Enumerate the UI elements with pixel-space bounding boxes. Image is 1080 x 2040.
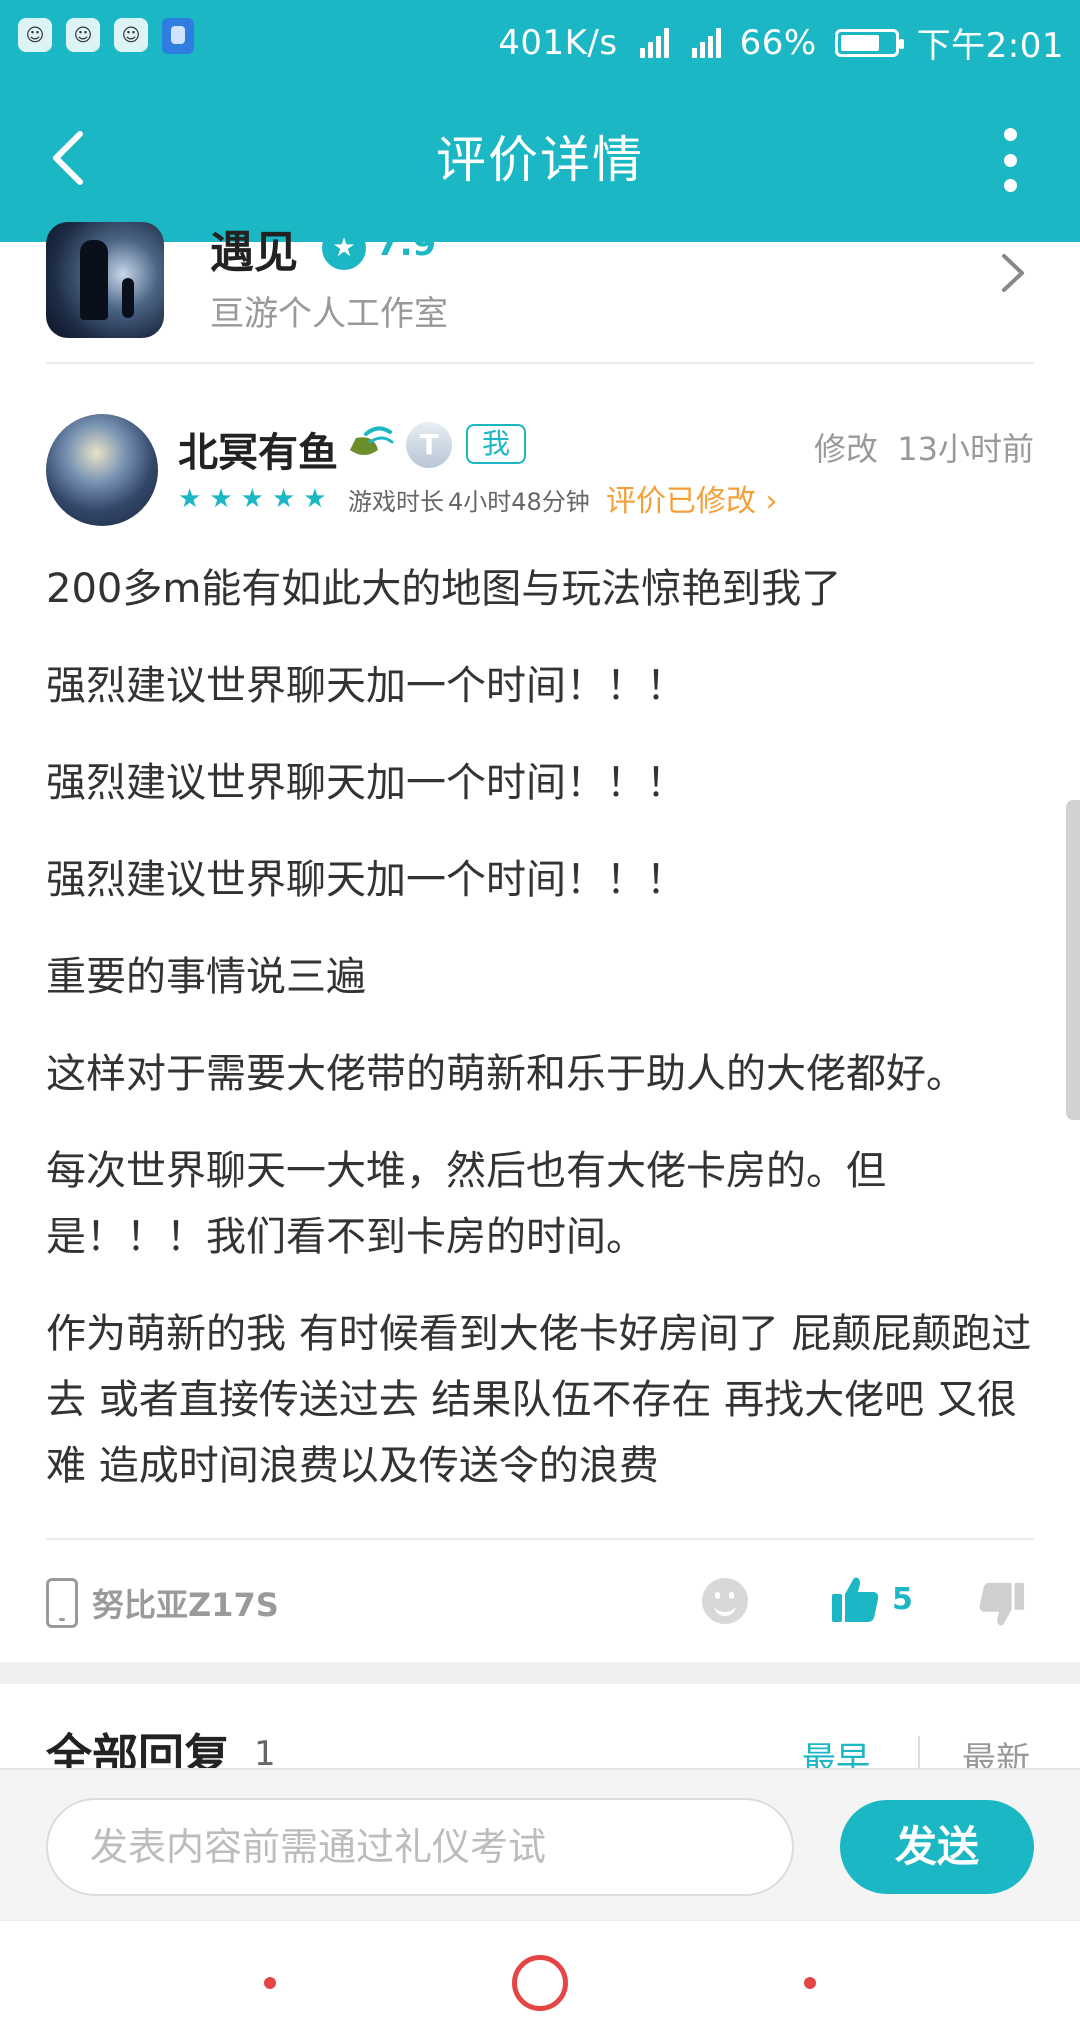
- app-notification-icon: ☺: [18, 18, 52, 52]
- divider: [46, 362, 1034, 364]
- review-paragraph: 强烈建议世界聊天加一个时间！！！: [46, 760, 686, 806]
- sort-separator: [918, 1736, 920, 1770]
- review-paragraph: 强烈建议世界聊天加一个时间！！！: [46, 857, 686, 903]
- star-icon: ★: [322, 226, 366, 270]
- battery-icon: [834, 28, 904, 57]
- section-gap: [0, 1662, 1080, 1684]
- level-leaf-icon: [350, 426, 394, 455]
- chevron-right-icon: [1002, 254, 1024, 292]
- review-paragraph: 这样对于需要大佬带的萌新和乐于助人的大佬都好。: [46, 1051, 966, 1097]
- thumbs-down-icon[interactable]: [978, 1580, 1026, 1630]
- page-title: 评价详情: [436, 131, 644, 189]
- review-timestamp: 13小时前: [897, 430, 1034, 468]
- review-paragraph: 作为萌新的我 有时候看到大佬卡好房间了 屁颠屁颠跑过去 或者直接传送过去 结果队…: [46, 1311, 1032, 1489]
- nav-back-button[interactable]: [264, 1977, 276, 1989]
- star-icon: ★: [178, 484, 202, 514]
- rating-stars: ★ ★ ★ ★ ★: [178, 484, 327, 514]
- more-dot: [1003, 153, 1017, 167]
- status-bar: ☺ ☺ ☺ 401K/s 66% 下午2:01: [0, 0, 1080, 78]
- game-icon: [46, 222, 164, 338]
- edit-review-link[interactable]: 修改: [814, 424, 878, 470]
- avatar[interactable]: [46, 414, 158, 526]
- notification-icons: ☺ ☺ ☺: [18, 18, 194, 54]
- clock: 下午2:01: [916, 26, 1064, 66]
- comment-bar: 发送: [0, 1768, 1080, 1920]
- divider: [46, 1538, 1034, 1540]
- me-badge: 我: [466, 424, 526, 464]
- network-speed: 401K/s: [498, 22, 618, 63]
- app-notification-icon: ☺: [66, 18, 100, 52]
- battery-percent: 66%: [739, 22, 817, 63]
- reviewer-name[interactable]: 北冥有鱼: [178, 420, 338, 478]
- thumbs-up-icon[interactable]: [830, 1574, 880, 1624]
- game-score: 7.9: [376, 224, 437, 264]
- phone-icon: [46, 1578, 78, 1628]
- nav-recents-button[interactable]: [804, 1977, 816, 1989]
- app-notification-icon: ☺: [114, 18, 148, 52]
- game-name: 遇见: [210, 227, 298, 278]
- more-vertical-icon: [1003, 128, 1017, 141]
- nav-home-button[interactable]: [512, 1955, 568, 2011]
- cell-signal-icon: [688, 26, 722, 60]
- app-bar: 评价详情: [0, 78, 1080, 242]
- page: ☺ ☺ ☺ 401K/s 66% 下午2:01 评价详情 遇见 ★ 7.9 亘游…: [0, 0, 1080, 2040]
- game-developer: 亘游个人工作室: [210, 294, 448, 334]
- status-right: 401K/s 66% 下午2:01: [498, 18, 1064, 67]
- star-icon: ★: [240, 484, 264, 514]
- star-icon: ★: [271, 484, 296, 514]
- playtime-value: 4小时48分钟: [448, 488, 590, 516]
- navigation-bar: [0, 1920, 1080, 2040]
- device-name: 努比亚Z17S: [92, 1586, 279, 1624]
- game-header[interactable]: 遇见 ★ 7.9 亘游个人工作室: [0, 222, 1080, 364]
- review-paragraph: 200多m能有如此大的地图与玩法惊艳到我了: [46, 566, 842, 612]
- review-edited-link[interactable]: 评价已修改 ›: [606, 476, 778, 520]
- review-paragraph: 重要的事情说三遍: [46, 954, 366, 1000]
- playtime-label: 游戏时长: [348, 488, 444, 516]
- review-paragraph: 强烈建议世界聊天加一个时间！！！: [46, 663, 686, 709]
- more-options-button[interactable]: [1000, 128, 1020, 192]
- like-count: 5: [892, 1582, 913, 1617]
- level-badge: T: [406, 422, 452, 468]
- review-body: 200多m能有如此大的地图与玩法惊艳到我了 强烈建议世界聊天加一个时间！！！ 强…: [46, 556, 1036, 1530]
- star-icon: ★: [303, 484, 327, 514]
- emoji-reaction-button[interactable]: [702, 1578, 748, 1624]
- scrollbar[interactable]: [1066, 800, 1080, 1120]
- send-button[interactable]: 发送: [840, 1800, 1034, 1894]
- shield-icon: [162, 18, 194, 54]
- star-icon: ★: [209, 484, 233, 514]
- more-dot: [1003, 179, 1017, 192]
- wifi-signal-icon: [636, 26, 670, 60]
- review-paragraph: 每次世界聊天一大堆，然后也有大佬卡房的。但是！！！我们看不到卡房的时间。: [46, 1148, 886, 1260]
- comment-input[interactable]: [46, 1798, 794, 1896]
